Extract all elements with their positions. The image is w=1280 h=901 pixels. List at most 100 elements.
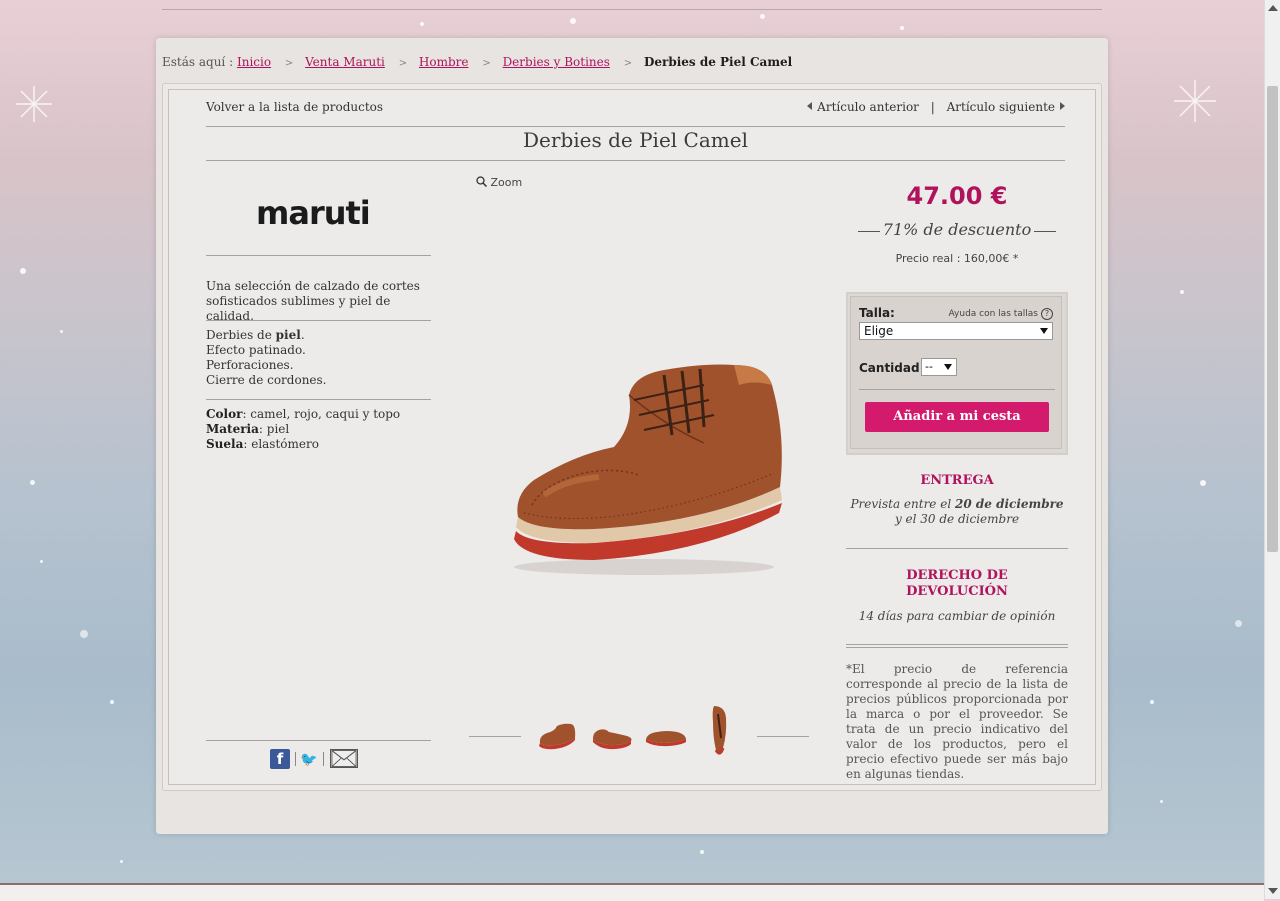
snow-dot bbox=[760, 14, 765, 19]
breadcrumb-link-home[interactable]: Inicio bbox=[237, 55, 271, 69]
spec-row: Materia: piel bbox=[206, 422, 431, 437]
feature-text: Derbies de bbox=[206, 328, 276, 342]
breadcrumb-separator: > bbox=[284, 58, 294, 69]
buy-box: Talla: Ayuda con las tallas? Elige Canti… bbox=[846, 292, 1068, 455]
spec-label: Materia bbox=[206, 422, 259, 436]
quantity-select-value: -- bbox=[925, 360, 933, 373]
snow-dot bbox=[420, 22, 424, 26]
divider bbox=[206, 320, 431, 321]
size-help-label: Ayuda con las tallas bbox=[948, 309, 1039, 319]
zoom-button[interactable]: Zoom bbox=[476, 176, 522, 189]
size-select[interactable]: Elige bbox=[859, 322, 1053, 340]
spec-row: Color: camel, rojo, caqui y topo bbox=[206, 407, 431, 422]
price: 47.00 € bbox=[906, 182, 1008, 210]
breadcrumb-prefix: Estás aquí : bbox=[162, 55, 234, 69]
snow-dot bbox=[30, 480, 35, 485]
thumbnail-strip bbox=[469, 698, 809, 758]
snow-dot bbox=[110, 700, 114, 704]
divider bbox=[757, 736, 809, 737]
size-help-link[interactable]: Ayuda con las tallas? bbox=[948, 308, 1053, 320]
snow-dot bbox=[80, 630, 88, 638]
spec-label: Suela bbox=[206, 437, 244, 451]
product-card: Volver a la lista de productos Artículo … bbox=[168, 89, 1096, 785]
divider bbox=[846, 548, 1068, 549]
thumbnail-image[interactable] bbox=[537, 722, 577, 752]
help-icon: ? bbox=[1041, 308, 1053, 320]
divider bbox=[859, 389, 1055, 390]
snow-dot bbox=[1160, 800, 1163, 803]
email-icon[interactable] bbox=[330, 749, 358, 768]
divider bbox=[206, 126, 1065, 127]
prev-article-link[interactable]: Artículo anterior bbox=[817, 100, 919, 114]
breadcrumb-separator: > bbox=[398, 58, 408, 69]
breadcrumb-link-category[interactable]: Derbies y Botines bbox=[503, 55, 610, 69]
real-price: Precio real : 160,00€ * bbox=[895, 252, 1019, 265]
divider bbox=[206, 740, 431, 741]
quantity-select[interactable]: -- bbox=[921, 358, 957, 376]
product-description: Una selección de calzado de cortes sofis… bbox=[206, 279, 420, 323]
feature-line: Derbies de piel. bbox=[206, 328, 431, 343]
snow-dot bbox=[60, 330, 63, 333]
scroll-up-icon[interactable] bbox=[1268, 5, 1278, 11]
snowflake-icon bbox=[16, 86, 52, 122]
divider bbox=[206, 399, 431, 400]
delivery-line: y el 30 de diciembre bbox=[894, 512, 1020, 526]
magnifier-icon bbox=[476, 176, 488, 188]
product-nav: Volver a la lista de productos Artículo … bbox=[206, 100, 1065, 126]
size-select-value: Elige bbox=[864, 324, 894, 338]
breadcrumb-separator: > bbox=[482, 58, 491, 69]
breadcrumb: Estás aquí : Inicio > Venta Maruti > Hom… bbox=[162, 55, 792, 69]
add-to-cart-button[interactable]: Añadir a mi cesta bbox=[865, 402, 1049, 432]
breadcrumb-link-sale[interactable]: Venta Maruti bbox=[305, 55, 385, 69]
chevron-down-icon bbox=[944, 364, 952, 370]
feature-text: . bbox=[300, 328, 305, 342]
product-image[interactable] bbox=[504, 355, 789, 580]
thumbnail-image[interactable] bbox=[645, 726, 687, 750]
snow-dot bbox=[700, 850, 704, 854]
spec-row: Suela: elastómero bbox=[206, 437, 431, 452]
quantity-label: Cantidad : bbox=[859, 361, 929, 375]
top-divider bbox=[162, 9, 1102, 10]
arrow-right-icon bbox=[1060, 102, 1065, 110]
thumbnail-image[interactable] bbox=[591, 722, 633, 752]
scrollbar[interactable] bbox=[1264, 0, 1280, 899]
prev-next-nav: Artículo anterior | Artículo siguiente bbox=[807, 100, 1065, 114]
divider bbox=[1034, 231, 1056, 232]
returns-title: DERECHO DE DEVOLUCIÓN bbox=[846, 568, 1068, 600]
thumbnail-image[interactable] bbox=[709, 704, 731, 758]
divider bbox=[323, 752, 324, 766]
twitter-icon[interactable]: 🐦 bbox=[300, 753, 317, 767]
facebook-icon[interactable]: f bbox=[270, 749, 290, 769]
next-article-link[interactable]: Artículo siguiente bbox=[947, 100, 1055, 114]
returns-title-line: DEVOLUCIÓN bbox=[906, 584, 1008, 599]
breadcrumb-link-men[interactable]: Hombre bbox=[419, 55, 469, 69]
price-reference-note: *El precio de referencia corresponde al … bbox=[846, 662, 1068, 781]
divider bbox=[469, 736, 521, 737]
divider bbox=[846, 647, 1068, 648]
scroll-down-icon[interactable] bbox=[1268, 888, 1278, 894]
product-title: Derbies de Piel Camel bbox=[523, 128, 748, 152]
spec-value: : piel bbox=[258, 422, 290, 436]
product-panel: Estás aquí : Inicio > Venta Maruti > Hom… bbox=[156, 38, 1108, 834]
chevron-down-icon bbox=[1040, 328, 1048, 334]
product-specs: Color: camel, rojo, caqui y topo Materia… bbox=[206, 407, 431, 452]
back-to-list-link[interactable]: Volver a la lista de productos bbox=[206, 100, 383, 114]
arrow-left-icon bbox=[807, 102, 813, 110]
snowflake-icon bbox=[1174, 80, 1216, 122]
snow-dot bbox=[20, 268, 26, 274]
bottom-bar bbox=[0, 883, 1264, 901]
divider bbox=[846, 644, 1068, 645]
divider bbox=[206, 160, 1065, 161]
scroll-thumb[interactable] bbox=[1267, 86, 1278, 552]
snow-dot bbox=[40, 560, 43, 563]
spec-value: : camel, rojo, caqui y topo bbox=[242, 407, 401, 421]
breadcrumb-separator: > bbox=[623, 58, 633, 69]
product-frame: Volver a la lista de productos Artículo … bbox=[162, 83, 1102, 791]
snow-dot bbox=[120, 860, 123, 863]
returns-text: 14 días para cambiar de opinión bbox=[858, 609, 1056, 623]
delivery-text-prefix: Prevista entre el bbox=[850, 497, 955, 511]
delivery-date: 20 de diciembre bbox=[954, 497, 1064, 511]
brand-logo[interactable]: maruti bbox=[256, 194, 371, 232]
snow-dot bbox=[1200, 480, 1206, 486]
spec-value: : elastómero bbox=[243, 437, 319, 451]
